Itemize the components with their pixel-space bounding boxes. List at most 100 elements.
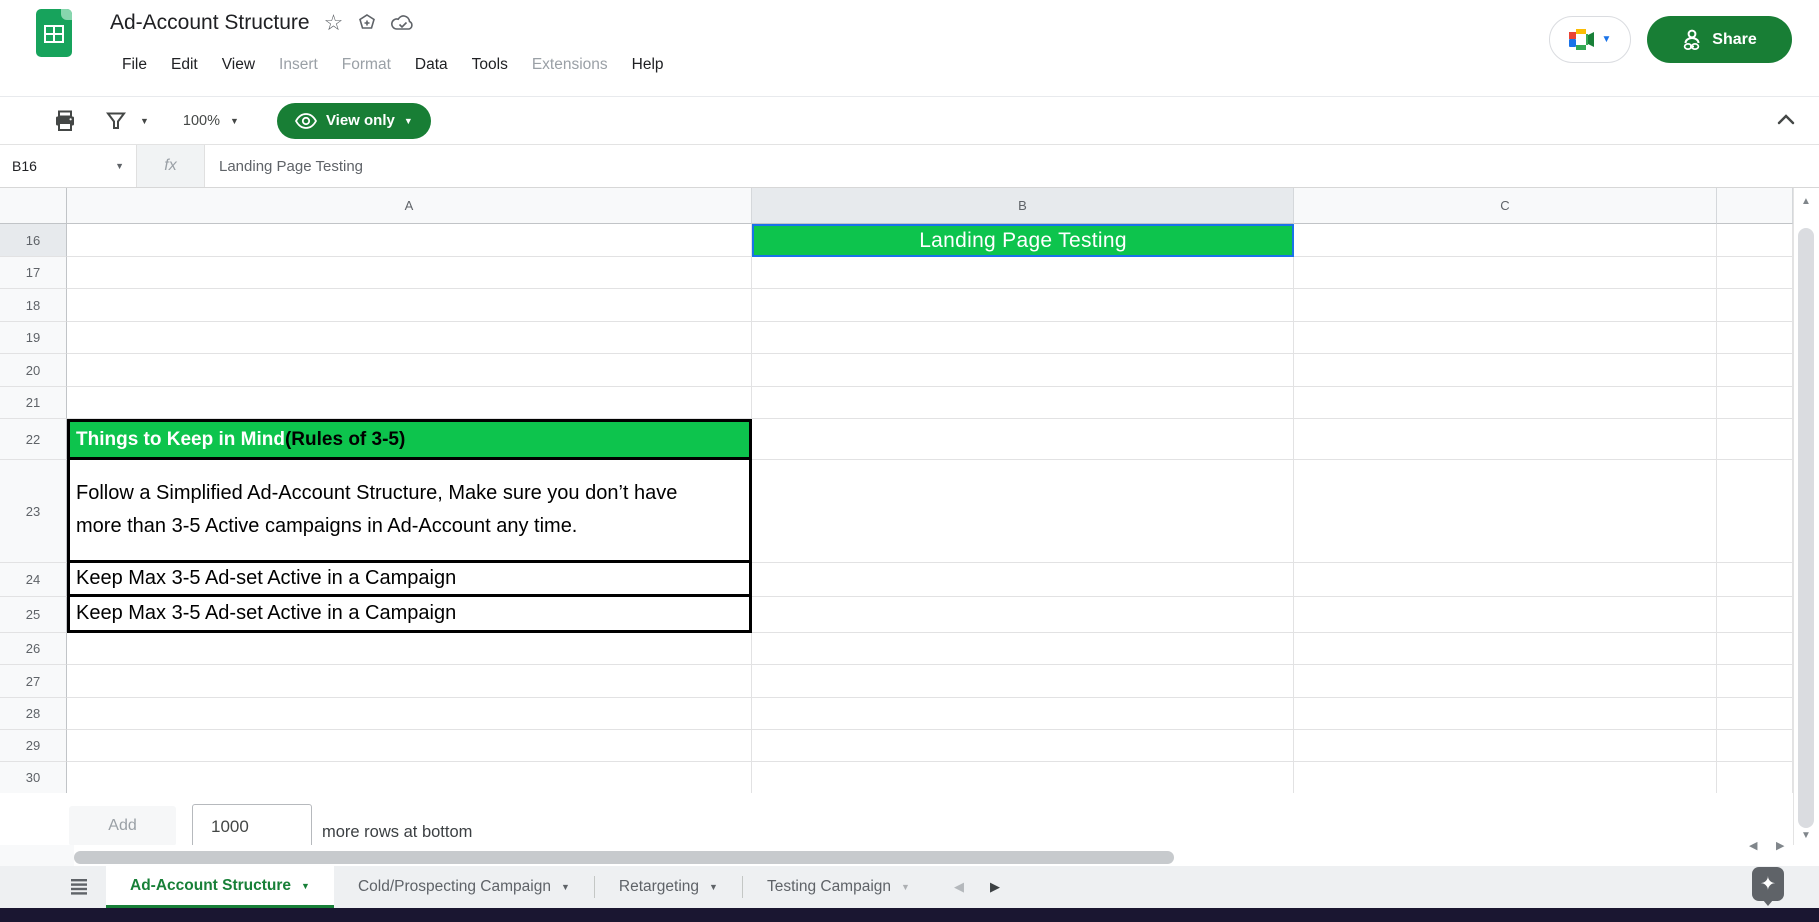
view-only-button[interactable]: View only ▼	[276, 102, 431, 139]
cell-A17[interactable]	[67, 257, 752, 289]
cell-D27[interactable]	[1717, 665, 1793, 698]
cell-D20[interactable]	[1717, 354, 1793, 387]
cell-D19[interactable]	[1717, 322, 1793, 354]
scroll-down-icon[interactable]: ▼	[1801, 830, 1811, 841]
cell-D26[interactable]	[1717, 633, 1793, 665]
grid-corner[interactable]	[0, 188, 67, 224]
cell-B20[interactable]	[752, 354, 1294, 387]
zoom-control[interactable]: 100% ▼	[183, 113, 239, 129]
cell-A29[interactable]	[67, 730, 752, 762]
cell-D16[interactable]	[1717, 224, 1793, 257]
cell-A21[interactable]	[67, 387, 752, 419]
cell-C23[interactable]	[1294, 460, 1717, 563]
cell-B17[interactable]	[752, 257, 1294, 289]
cell-D29[interactable]	[1717, 730, 1793, 762]
vertical-scrollbar-thumb[interactable]	[1798, 228, 1814, 828]
filter-icon[interactable]	[106, 111, 126, 131]
cell-B18[interactable]	[752, 289, 1294, 322]
cell-C27[interactable]	[1294, 665, 1717, 698]
share-button[interactable]: Share	[1647, 16, 1792, 63]
column-header-B[interactable]: B	[752, 188, 1294, 224]
cell-C29[interactable]	[1294, 730, 1717, 762]
cell-C28[interactable]	[1294, 698, 1717, 730]
menu-view[interactable]: View	[212, 52, 265, 78]
row-header-16[interactable]: 16	[0, 224, 67, 257]
sheet-tab-ad-account-structure[interactable]: Ad-Account Structure ▼	[106, 866, 334, 908]
cell-D24[interactable]	[1717, 563, 1793, 597]
sheet-tab-caret[interactable]: ▼	[709, 882, 718, 892]
cell-B26[interactable]	[752, 633, 1294, 665]
cell-D25[interactable]	[1717, 597, 1793, 633]
row-header-29[interactable]: 29	[0, 730, 67, 762]
cell-D30[interactable]	[1717, 762, 1793, 794]
cell-C21[interactable]	[1294, 387, 1717, 419]
cloud-saved-icon[interactable]	[391, 14, 415, 32]
cell-A19[interactable]	[67, 322, 752, 354]
cell-D23[interactable]	[1717, 460, 1793, 563]
cell-A18[interactable]	[67, 289, 752, 322]
tab-nav-left-icon[interactable]: ◀	[954, 879, 964, 895]
row-header-22[interactable]: 22	[0, 419, 67, 460]
scroll-up-icon[interactable]: ▲	[1801, 196, 1811, 207]
print-icon[interactable]	[54, 110, 76, 132]
menu-edit[interactable]: Edit	[161, 52, 208, 78]
sheet-tab-caret[interactable]: ▼	[901, 882, 910, 892]
formula-input[interactable]: Landing Page Testing	[219, 158, 363, 175]
cell-C30[interactable]	[1294, 762, 1717, 794]
name-box[interactable]: B16 ▼	[0, 145, 137, 187]
cell-C18[interactable]	[1294, 289, 1717, 322]
sheet-tab-testing-campaign[interactable]: Testing Campaign ▼	[743, 866, 934, 908]
column-header-C[interactable]: C	[1294, 188, 1717, 224]
cell-D21[interactable]	[1717, 387, 1793, 419]
row-header-28[interactable]: 28	[0, 698, 67, 730]
row-header-20[interactable]: 20	[0, 354, 67, 387]
rows-count-input[interactable]: 1000	[192, 804, 312, 849]
row-header-25[interactable]: 25	[0, 597, 67, 633]
menu-tools[interactable]: Tools	[462, 52, 518, 78]
cell-B30[interactable]	[752, 762, 1294, 794]
cell-A25[interactable]: Keep Max 3-5 Ad-set Active in a Campaign	[67, 597, 752, 633]
all-sheets-menu-icon[interactable]	[52, 866, 106, 908]
sheets-logo-icon[interactable]	[36, 9, 72, 57]
horizontal-scrollbar-thumb[interactable]	[74, 851, 1174, 864]
document-title[interactable]: Ad-Account Structure	[110, 11, 310, 35]
cell-D22[interactable]	[1717, 419, 1793, 460]
scroll-left-icon[interactable]: ◀	[1749, 839, 1757, 852]
row-header-19[interactable]: 19	[0, 322, 67, 354]
sheet-tab-retargeting[interactable]: Retargeting ▼	[595, 866, 742, 908]
menu-help[interactable]: Help	[622, 52, 674, 78]
menu-data[interactable]: Data	[405, 52, 458, 78]
cell-A23[interactable]: Follow a Simplified Ad-Account Structure…	[67, 460, 752, 563]
add-shortcut-icon[interactable]	[357, 13, 377, 33]
row-header-21[interactable]: 21	[0, 387, 67, 419]
meet-button[interactable]: ▼	[1549, 16, 1631, 63]
cell-D18[interactable]	[1717, 289, 1793, 322]
cell-B19[interactable]	[752, 322, 1294, 354]
column-header-D[interactable]	[1717, 188, 1793, 224]
row-header-23[interactable]: 23	[0, 460, 67, 563]
cell-C25[interactable]	[1294, 597, 1717, 633]
cell-A22[interactable]: Things to Keep in Mind (Rules of 3-5)	[67, 419, 752, 460]
cell-A30[interactable]	[67, 762, 752, 794]
explore-sparkle-button[interactable]: ✦	[1752, 867, 1784, 906]
name-box-caret[interactable]: ▼	[115, 161, 124, 171]
cell-B23[interactable]	[752, 460, 1294, 563]
cell-D28[interactable]	[1717, 698, 1793, 730]
cell-C26[interactable]	[1294, 633, 1717, 665]
cell-C24[interactable]	[1294, 563, 1717, 597]
row-header-17[interactable]: 17	[0, 257, 67, 289]
cell-B21[interactable]	[752, 387, 1294, 419]
row-header-18[interactable]: 18	[0, 289, 67, 322]
cell-A16[interactable]	[67, 224, 752, 257]
cell-C16[interactable]	[1294, 224, 1717, 257]
tab-nav-right-icon[interactable]: ▶	[990, 879, 1000, 895]
star-icon[interactable]: ☆	[324, 10, 344, 36]
cell-B27[interactable]	[752, 665, 1294, 698]
sheet-tab-caret[interactable]: ▼	[301, 881, 310, 891]
cell-D17[interactable]	[1717, 257, 1793, 289]
add-rows-button[interactable]: Add	[69, 806, 176, 846]
cell-A24[interactable]: Keep Max 3-5 Ad-set Active in a Campaign	[67, 563, 752, 597]
row-header-27[interactable]: 27	[0, 665, 67, 698]
sheet-tab-cold-prospecting-campaign[interactable]: Cold/Prospecting Campaign ▼	[334, 866, 594, 908]
cell-B22[interactable]	[752, 419, 1294, 460]
